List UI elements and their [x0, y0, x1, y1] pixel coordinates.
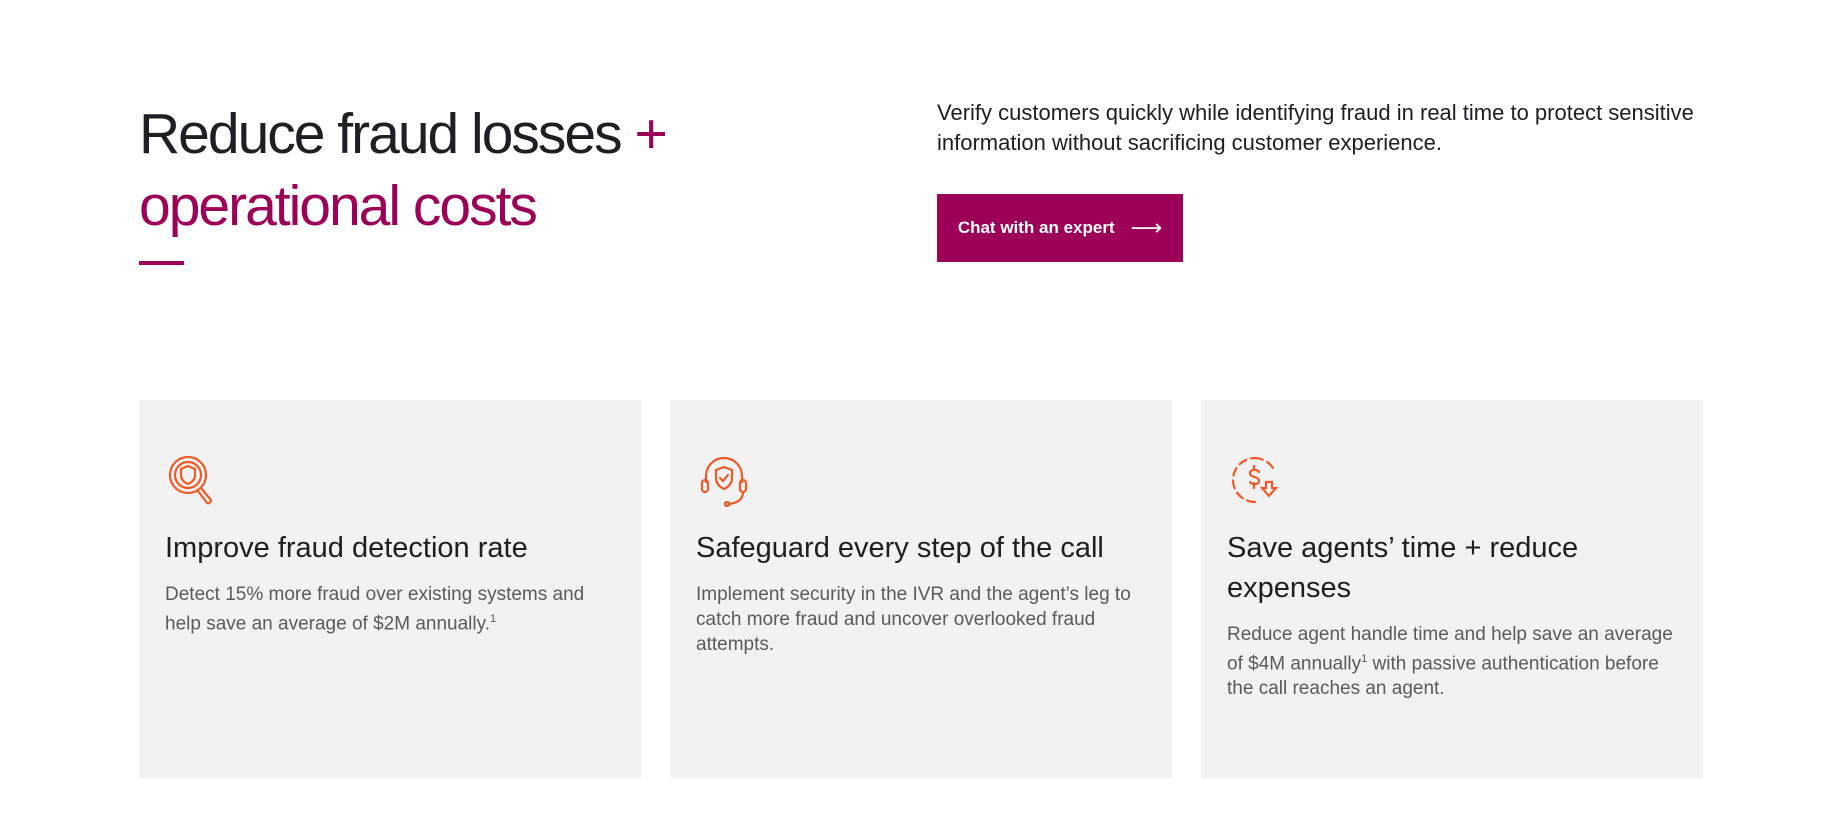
card-body: Implement security in the IVR and the ag… — [696, 584, 1131, 655]
dollar-down-icon — [1231, 456, 1279, 504]
card-title: Improve fraud detection rate — [165, 532, 528, 564]
arrow-right-icon: ⟶ — [1130, 215, 1163, 240]
title-line-2: operational costs — [139, 174, 538, 238]
magnifier-shield-icon — [168, 455, 213, 505]
headset-shield-icon — [700, 456, 748, 508]
footnote-marker: 1 — [489, 613, 497, 625]
card-body: Reduce agent handle time and help save a… — [1227, 624, 1673, 700]
feature-card-save-time: Save agents’ time + reduce expenses Redu… — [1201, 400, 1703, 778]
chat-with-expert-button[interactable]: Chat with an expert ⟶ — [937, 194, 1183, 262]
feature-card-fraud-detection: Improve fraud detection rate Detect 15% … — [139, 400, 641, 778]
card-body: Detect 15% more fraud over existing syst… — [165, 584, 585, 635]
title-underline — [139, 261, 184, 265]
intro-text: Verify customers quickly while identifyi… — [937, 100, 1694, 155]
card-title: Safeguard every step of the call — [696, 532, 1104, 564]
cta-label: Chat with an expert — [957, 218, 1115, 237]
title-plus: + — [634, 102, 667, 166]
page-title: Reduce fraud losses + operational costs — [139, 98, 739, 242]
feature-card-safeguard-call: Safeguard every step of the call Impleme… — [670, 400, 1172, 778]
card-title: Save agents’ time + reduce expenses — [1227, 532, 1579, 604]
title-line-1: Reduce fraud losses — [139, 102, 623, 166]
